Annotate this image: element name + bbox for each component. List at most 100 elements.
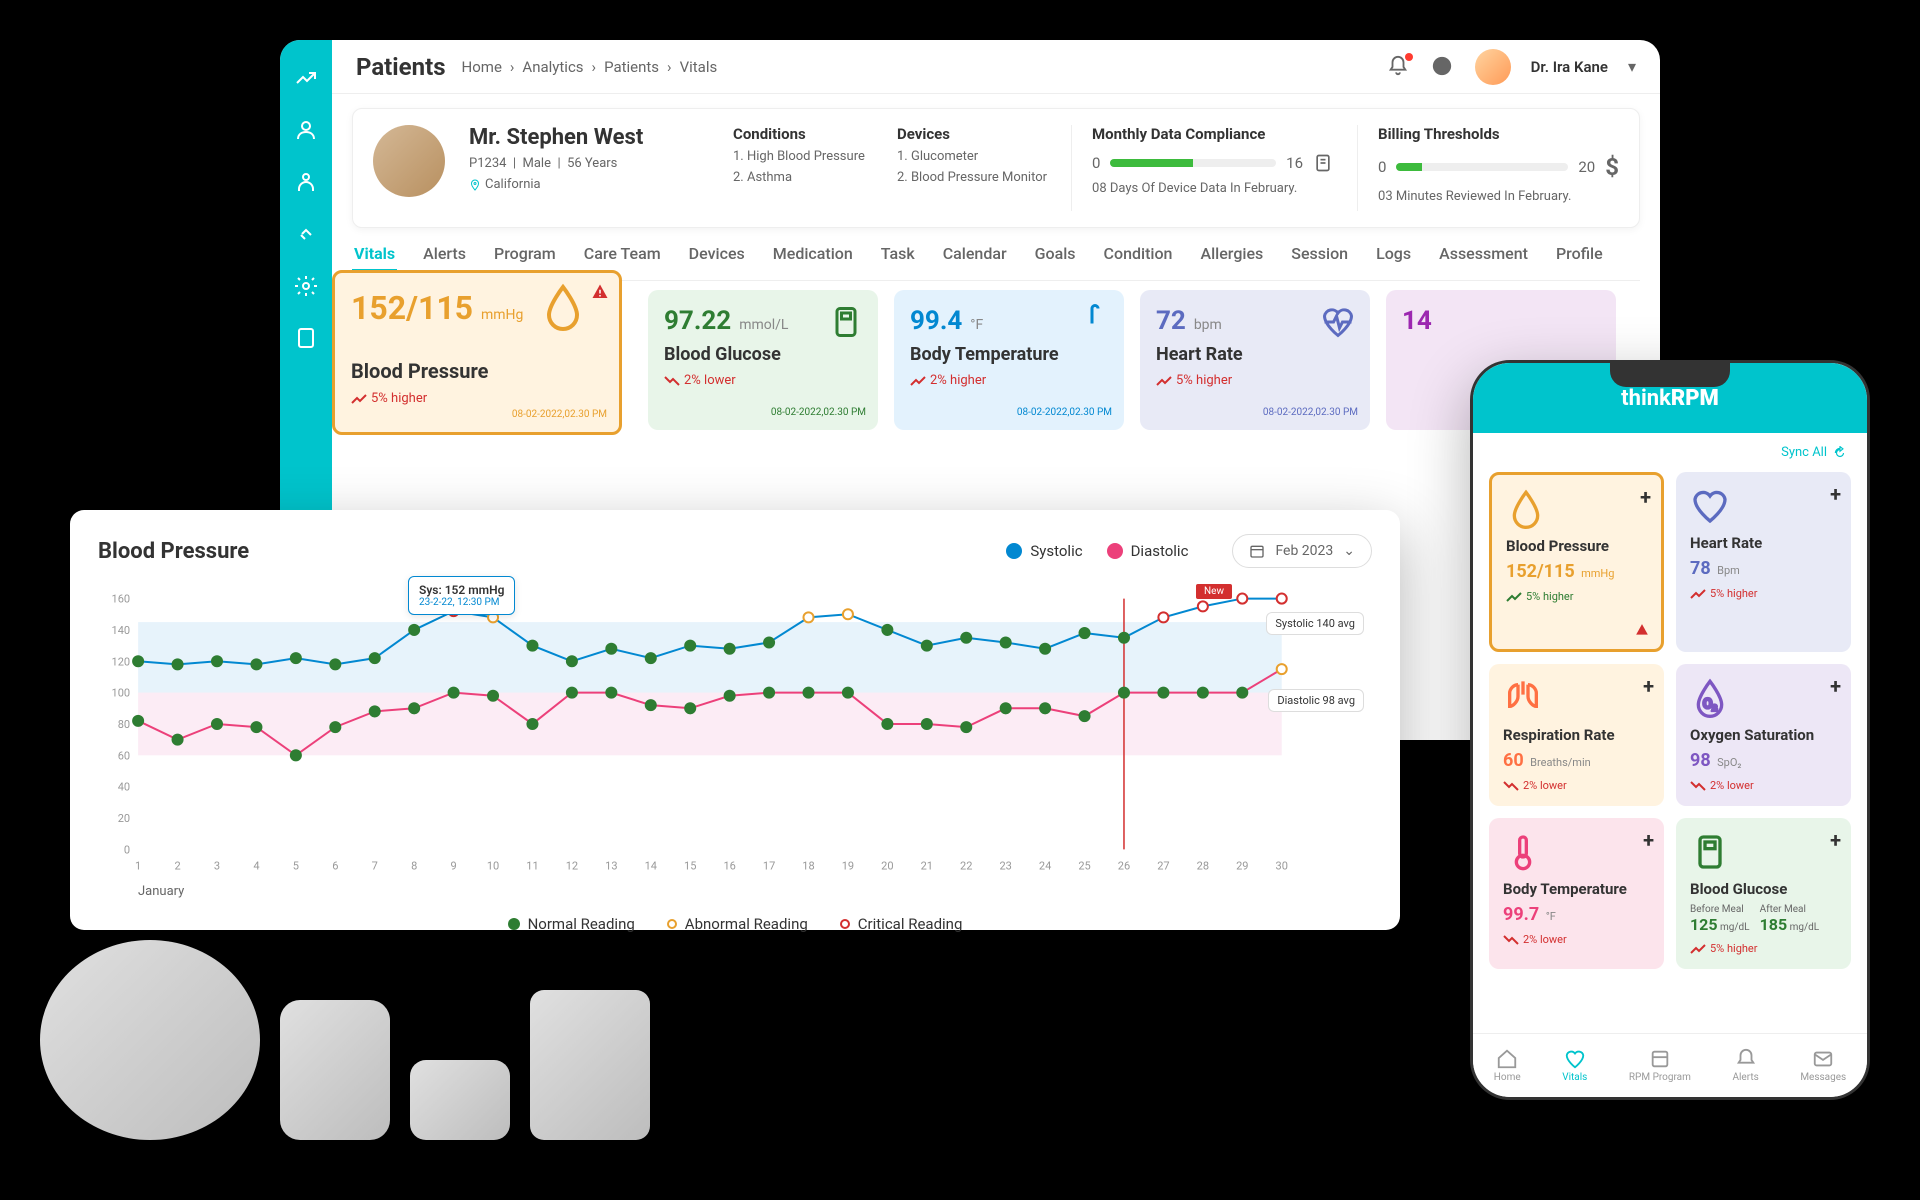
refresh-icon [1833,446,1847,460]
tab-devices[interactable]: Devices [687,238,747,272]
tab-profile[interactable]: Profile [1554,238,1605,272]
tab-allergies[interactable]: Allergies [1198,238,1265,272]
bp-trend: 5% higher [351,391,603,406]
breadcrumb-item[interactable]: Analytics [522,58,583,76]
mobile-nav-messages[interactable]: Messages [1800,1048,1846,1083]
condition-item: 1. High Blood Pressure [733,149,873,164]
mobile-nav-alerts[interactable]: Alerts [1732,1048,1758,1083]
vital-card-hr[interactable]: 72 bpm Heart Rate 5% higher 08-02-2022,0… [1140,290,1370,430]
devices-label: Devices [897,125,1047,143]
tab-care-team[interactable]: Care Team [582,238,663,272]
patient-meta: P1234 | Male | 56 Years [469,156,709,171]
add-icon[interactable]: + [1830,482,1841,506]
mobile-card-bt[interactable]: + Body Temperature 99.7 °F 2% lower [1489,818,1664,969]
mobile-nav-rpm-program[interactable]: RPM Program [1629,1048,1691,1083]
warning-icon [1635,623,1649,637]
date-select[interactable]: Feb 2023 ⌄ [1232,534,1372,568]
sync-all-button[interactable]: Sync All [1473,433,1867,472]
svg-text:21: 21 [921,859,933,872]
svg-text:11: 11 [526,859,538,872]
tab-condition[interactable]: Condition [1102,238,1175,272]
svg-text:16: 16 [723,859,735,872]
compliance-start: 0 [1092,154,1100,172]
breadcrumb-item[interactable]: Patients [604,58,659,76]
bp-date: 08-02-2022,02.30 PM [512,409,607,420]
mobile-card-bp[interactable]: + Blood Pressure 152/115 mmHg 5% higher [1489,472,1664,652]
compliance-desc: 08 Days Of Device Data In February. [1092,181,1333,196]
lungs-icon [1503,678,1543,718]
bt-date: 08-02-2022,02.30 PM [1017,407,1112,418]
tab-vitals[interactable]: Vitals [352,238,397,272]
device-images [40,940,650,1140]
add-icon[interactable]: + [1640,485,1651,509]
add-icon[interactable]: + [1643,828,1654,852]
svg-text:40: 40 [118,781,130,794]
tab-logs[interactable]: Logs [1374,238,1413,272]
hr-value: 72 [1156,306,1186,336]
bg-date: 08-02-2022,02.30 PM [771,407,866,418]
dollar-icon: $ [1605,153,1619,181]
add-icon[interactable]: + [1830,828,1841,852]
add-icon[interactable]: + [1643,674,1654,698]
svg-text:0: 0 [124,843,130,856]
user-name: Dr. Ira Kane [1531,58,1608,76]
sidebar-handshake-icon[interactable] [292,220,320,248]
tab-session[interactable]: Session [1289,238,1350,272]
svg-text:26: 26 [1118,859,1130,872]
tab-goals[interactable]: Goals [1033,238,1078,272]
add-icon[interactable]: + [1830,674,1841,698]
device-item: 2. Blood Pressure Monitor [897,170,1047,185]
vital-card-bg[interactable]: 97.22 mmol/L Blood Glucose 2% lower 08-0… [648,290,878,430]
svg-text:22: 22 [960,859,972,872]
svg-text:2: 2 [174,859,180,872]
mobile-card-os[interactable]: + O₂ Oxygen Saturation 98 SpO₂ 2% lower [1676,664,1851,806]
bell-icon[interactable] [1387,55,1411,79]
cgm-device [530,990,650,1140]
bg-value: 97.22 [664,306,731,336]
sidebar-trend-icon[interactable] [292,64,320,92]
tab-medication[interactable]: Medication [771,238,855,272]
chart-area[interactable]: 0204060801001201401601234567891011121314… [98,584,1372,884]
bg-name: Blood Glucose [664,344,862,365]
svg-text:29: 29 [1236,859,1248,872]
svg-text:140: 140 [112,624,131,637]
tab-calendar[interactable]: Calendar [941,238,1009,272]
mobile-mockup: thinkRPM Sync All + Blood Pressure 152/1… [1470,360,1870,1100]
svg-text:100: 100 [112,687,131,700]
mobile-card-hr[interactable]: + Heart Rate 78 Bpm 5% higher [1676,472,1851,652]
sidebar-doc-icon[interactable] [292,324,320,352]
tab-task[interactable]: Task [879,238,917,272]
caret-down-icon[interactable]: ▾ [1628,57,1636,76]
sidebar-gear-icon[interactable] [292,272,320,300]
drop-icon [1506,489,1546,529]
mobile-card-rr[interactable]: + Respiration Rate 60 Breaths/min 2% low… [1489,664,1664,806]
svg-text:20: 20 [881,859,893,872]
svg-text:15: 15 [684,859,696,872]
sp-value: 14 [1402,306,1432,336]
condition-item: 2. Asthma [733,170,873,185]
svg-text:60: 60 [118,749,130,762]
sidebar-doctor-icon[interactable] [292,168,320,196]
svg-text:4: 4 [253,859,259,872]
chart-panel: Blood Pressure Systolic Diastolic Feb 20… [70,510,1400,930]
bt-trend: 2% higher [910,373,1108,388]
breadcrumb: Home› Analytics› Patients› Vitals [462,58,718,76]
tab-assessment[interactable]: Assessment [1437,238,1530,272]
chart-tooltip: Sys: 152 mmHg 23-2-22, 12:30 PM [408,576,515,615]
tab-alerts[interactable]: Alerts [421,238,468,272]
mobile-card-bg[interactable]: + Blood Glucose Before Meal125 mg/dL Aft… [1676,818,1851,969]
vital-card-bt[interactable]: 99.4 °F Body Temperature 2% higher 08-02… [894,290,1124,430]
vital-card-bp[interactable]: 152/115 mmHg Blood Pressure 5% higher 08… [332,270,622,435]
tab-program[interactable]: Program [492,238,558,272]
mobile-nav-vitals[interactable]: Vitals [1562,1048,1587,1083]
mobile-nav: Home Vitals RPM Program Alerts Messages [1473,1033,1867,1097]
heart-icon [1320,304,1356,340]
mobile-nav-home[interactable]: Home [1494,1048,1521,1083]
legend-systolic: Systolic [1006,542,1082,560]
patient-name: Mr. Stephen West [469,125,709,150]
avatar[interactable] [1475,49,1511,85]
sidebar-patient-icon[interactable] [292,116,320,144]
chart-title: Blood Pressure [98,539,249,564]
breadcrumb-item[interactable]: Home [462,58,502,76]
chat-icon[interactable] [1431,55,1455,79]
